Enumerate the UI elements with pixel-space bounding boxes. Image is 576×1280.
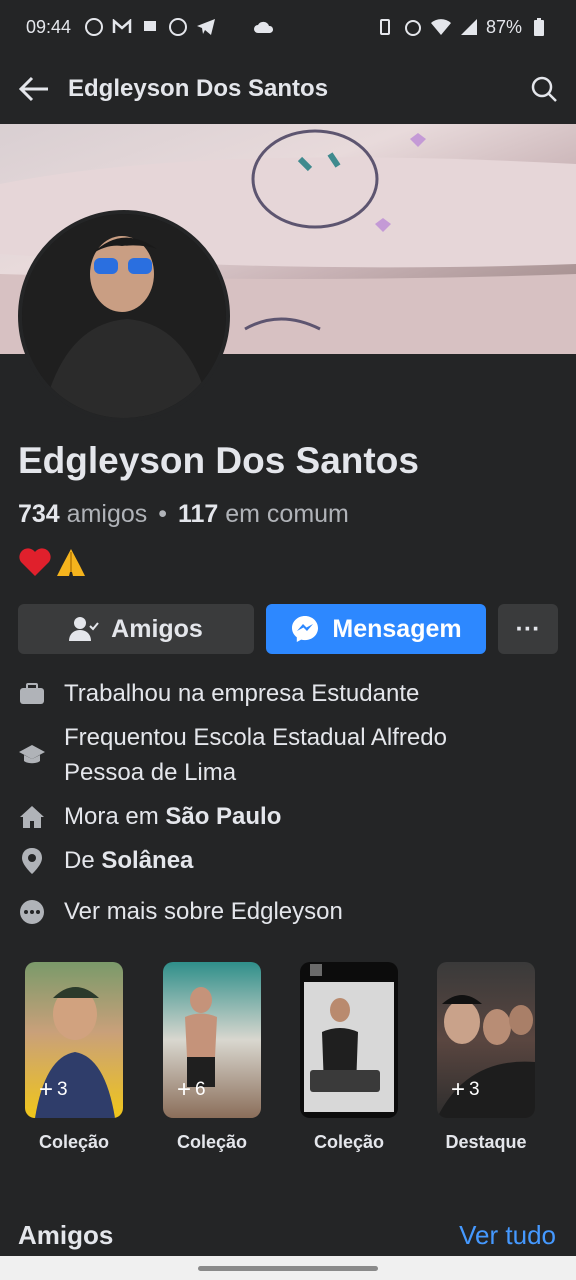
highlight-label: Destaque (445, 1132, 527, 1152)
whatsapp-icon (83, 16, 105, 38)
battery-percentage: 87% (485, 16, 522, 37)
search-icon[interactable] (530, 75, 558, 103)
info-work: Trabalhou na empresa Estudante (18, 676, 558, 711)
info-location-prefix: Mora em (64, 803, 159, 830)
messenger-icon (290, 614, 320, 644)
status-time: 09:44 (26, 16, 72, 37)
info-location: Mora em São Paulo (18, 799, 558, 834)
plus-icon: + (177, 1076, 192, 1103)
more-options-button[interactable]: ··· (498, 604, 558, 654)
highlight-count: 3 (469, 1079, 480, 1100)
twitch-icon (139, 16, 161, 38)
back-arrow-icon[interactable] (18, 75, 50, 103)
see-more-about[interactable]: Ver mais sobre Edgleyson (18, 894, 558, 929)
friends-button[interactable]: Amigos (18, 604, 254, 654)
info-location-city: São Paulo (165, 803, 282, 830)
info-work-text: Trabalhou na empresa Estudante (64, 680, 420, 707)
heart-icon (18, 546, 52, 582)
friends-button-label: Amigos (111, 614, 203, 643)
status-bar: 09:44 87% (0, 0, 576, 54)
see-all-friends-link[interactable]: Ver tudo (459, 1220, 556, 1251)
whatsapp-icon (167, 16, 189, 38)
friends-count: 734 (18, 500, 60, 528)
mutual-friends-count: 117 (177, 500, 219, 528)
collection-card[interactable] (300, 962, 398, 1118)
friends-section-title: Amigos (18, 1220, 114, 1250)
info-education-text: Frequentou Escola Estadual Alfredo Pesso… (64, 724, 447, 786)
featured-collections: +3 Coleção +6 Coleção Coleção +3 Destaqu… (0, 962, 576, 1162)
cloud-icon (253, 16, 275, 38)
page-title: Edgleyson Dos Santos (68, 75, 329, 102)
see-more-about-text: Ver mais sobre Edgleyson (64, 898, 343, 925)
home-icon (18, 799, 46, 834)
separator-dot: • (158, 500, 167, 528)
plus-icon: + (451, 1076, 466, 1103)
profile-avatar[interactable] (18, 210, 230, 422)
message-button-label: Mensagem (332, 614, 462, 643)
collection-count: 3 (57, 1079, 68, 1100)
message-button[interactable]: Mensagem (266, 604, 486, 654)
highlight-card[interactable]: +3 (437, 962, 535, 1118)
info-hometown-city: Solânea (101, 847, 194, 874)
battery-icon (528, 16, 550, 38)
home-gesture-handle[interactable] (198, 1266, 378, 1271)
wifi-icon (430, 16, 452, 38)
app-bar: Edgleyson Dos Santos (0, 54, 576, 124)
location-pin-icon (18, 843, 46, 878)
plus-icon: + (39, 1076, 54, 1103)
friends-summary: 734 amigos • 117 em comum (18, 500, 349, 529)
praying-hands-icon (54, 546, 88, 582)
info-education: Frequentou Escola Estadual Alfredo Pesso… (18, 720, 558, 790)
collection-label: Coleção (313, 1132, 385, 1152)
gmail-icon (111, 16, 133, 38)
more-dots-icon (18, 894, 46, 929)
bio-emojis (18, 546, 88, 582)
profile-name: Edgleyson Dos Santos (18, 440, 419, 481)
mutual-friends-label: em comum (225, 500, 349, 528)
collection-count: 6 (195, 1079, 206, 1100)
info-hometown-prefix: De (64, 847, 95, 874)
alarm-icon (402, 16, 424, 38)
signal-icon (458, 16, 480, 38)
collection-label: Coleção (176, 1132, 248, 1152)
graduation-cap-icon (18, 720, 46, 790)
briefcase-icon (18, 676, 46, 711)
collection-card[interactable]: +3 (25, 962, 123, 1118)
system-navigation-bar (0, 1256, 576, 1280)
vibrate-icon (374, 16, 396, 38)
info-hometown: De Solânea (18, 843, 558, 878)
more-options-label: ··· (515, 614, 541, 643)
friend-check-icon (69, 616, 99, 642)
collection-card[interactable]: +6 (163, 962, 261, 1118)
friends-label: amigos (66, 500, 148, 528)
collection-label: Coleção (38, 1132, 110, 1152)
telegram-icon (195, 16, 217, 38)
